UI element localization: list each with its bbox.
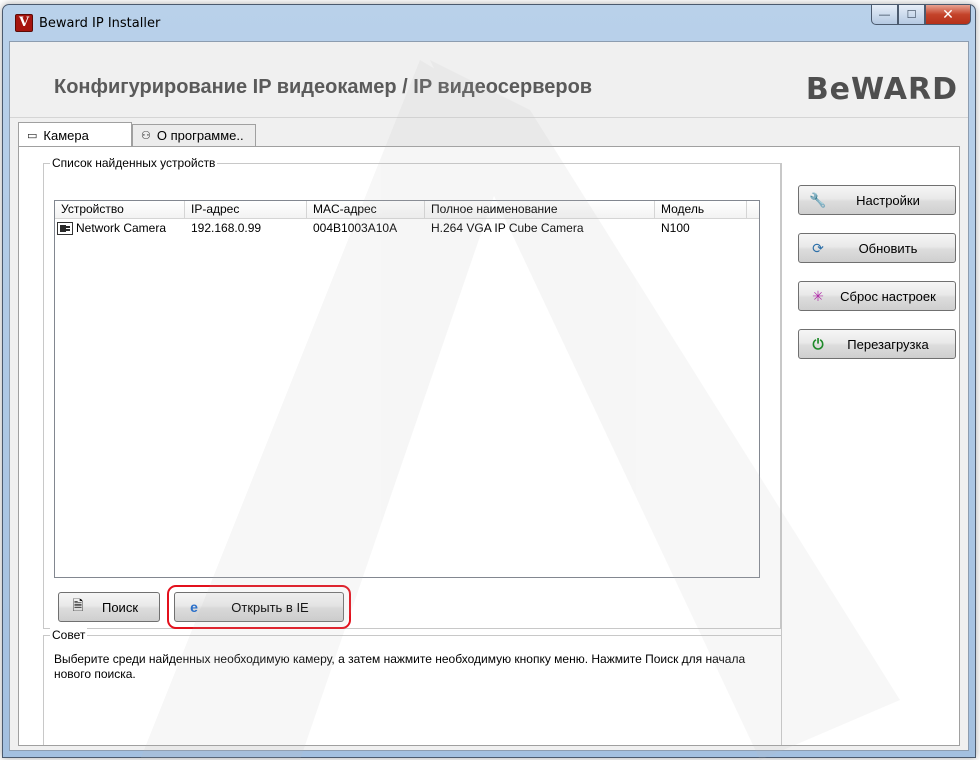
tip-groupbox: Совет Выберите среди найденных необходим… xyxy=(43,628,781,745)
window-title: Beward IP Installer xyxy=(39,16,161,31)
title-bar[interactable]: V Beward IP Installer — ☐ ✕ xyxy=(3,5,975,43)
reboot-button[interactable]: ⏻ Перезагрузка xyxy=(798,329,956,359)
brand-logo: BeWARD xyxy=(805,72,958,107)
model-cell: N100 xyxy=(661,221,690,235)
window-controls: — ☐ ✕ xyxy=(871,5,971,25)
device-name: Network Camera xyxy=(76,221,167,235)
search-button[interactable]: 🗎 Поиск xyxy=(58,592,160,622)
reset-settings-button-label: Сброс настроек xyxy=(840,288,936,304)
actions-panel: 🔧 Настройки ⟳ Обновить ✳ Сброс настроек … xyxy=(781,163,961,745)
column-header-device[interactable]: Устройство xyxy=(55,201,185,218)
refresh-icon: ⟳ xyxy=(812,239,824,256)
page-title: Конфигурирование IP видеокамер / IP виде… xyxy=(54,76,593,98)
search-icon: 🗎 xyxy=(72,597,84,613)
tab-about-label: О программе.. xyxy=(156,128,244,143)
tip-legend: Совет xyxy=(50,628,88,642)
network-camera-icon xyxy=(57,221,73,235)
maximize-button[interactable]: ☐ xyxy=(898,5,925,25)
tab-strip: ▭ Камера ⚇ О программе.. xyxy=(10,122,968,148)
tab-camera[interactable]: ▭ Камера xyxy=(18,122,132,148)
header-band: Конфигурирование IP видеокамер / IP виде… xyxy=(10,42,968,118)
refresh-button[interactable]: ⟳ Обновить xyxy=(798,233,956,263)
reset-spinner-icon: ✳ xyxy=(812,287,824,304)
mac-cell: 004B1003A10A xyxy=(313,221,398,235)
open-ie-button-label: Открыть в IE xyxy=(231,599,309,615)
column-header-ip[interactable]: IP-адрес xyxy=(185,201,307,218)
device-cell: Network Camera xyxy=(55,221,185,235)
column-header-full-name[interactable]: Полное наименование xyxy=(425,201,655,218)
full-name-cell: H.264 VGA IP Cube Camera xyxy=(431,221,584,235)
open-ie-button[interactable]: e Открыть в IE xyxy=(174,592,344,622)
app-window: V Beward IP Installer — ☐ ✕ Конфигуриров… xyxy=(2,4,976,758)
devices-group-legend: Список найденных устройств xyxy=(50,156,218,170)
client-area: Конфигурирование IP видеокамер / IP виде… xyxy=(9,41,969,751)
tip-text: Выберите среди найденных необходимую кам… xyxy=(54,652,746,681)
beward-app-icon: V xyxy=(15,14,33,32)
minimize-button[interactable]: — xyxy=(871,5,898,25)
camera-tab-panel: Список найденных устройств Устройство IP… xyxy=(18,146,960,746)
settings-button[interactable]: 🔧 Настройки xyxy=(798,185,956,215)
device-list-header: Устройство IP-адрес MAC-адрес Полное наи… xyxy=(55,201,759,219)
tab-about[interactable]: ⚇ О программе.. xyxy=(132,124,256,146)
wrench-icon: 🔧 xyxy=(809,191,827,208)
table-row[interactable]: Network Camera 192.168.0.99 004B1003A10A… xyxy=(55,219,759,237)
user-icon: ⚇ xyxy=(141,130,151,142)
camera-icon: ▭ xyxy=(27,130,38,142)
column-header-mac[interactable]: MAC-адрес xyxy=(307,201,425,218)
ip-cell: 192.168.0.99 xyxy=(191,221,262,235)
internet-explorer-icon: e xyxy=(190,599,198,615)
settings-button-label: Настройки xyxy=(856,192,920,208)
reset-settings-button[interactable]: ✳ Сброс настроек xyxy=(798,281,956,311)
refresh-button-label: Обновить xyxy=(858,240,918,256)
close-button[interactable]: ✕ xyxy=(925,5,971,25)
power-icon: ⏻ xyxy=(812,335,824,352)
search-button-label: Поиск xyxy=(101,599,139,615)
reboot-button-label: Перезагрузка xyxy=(847,336,929,352)
device-list[interactable]: Устройство IP-адрес MAC-адрес Полное наи… xyxy=(54,200,760,578)
column-header-model[interactable]: Модель xyxy=(655,201,747,218)
devices-groupbox: Список найденных устройств Устройство IP… xyxy=(43,156,781,629)
tab-camera-label: Камера xyxy=(43,128,89,143)
